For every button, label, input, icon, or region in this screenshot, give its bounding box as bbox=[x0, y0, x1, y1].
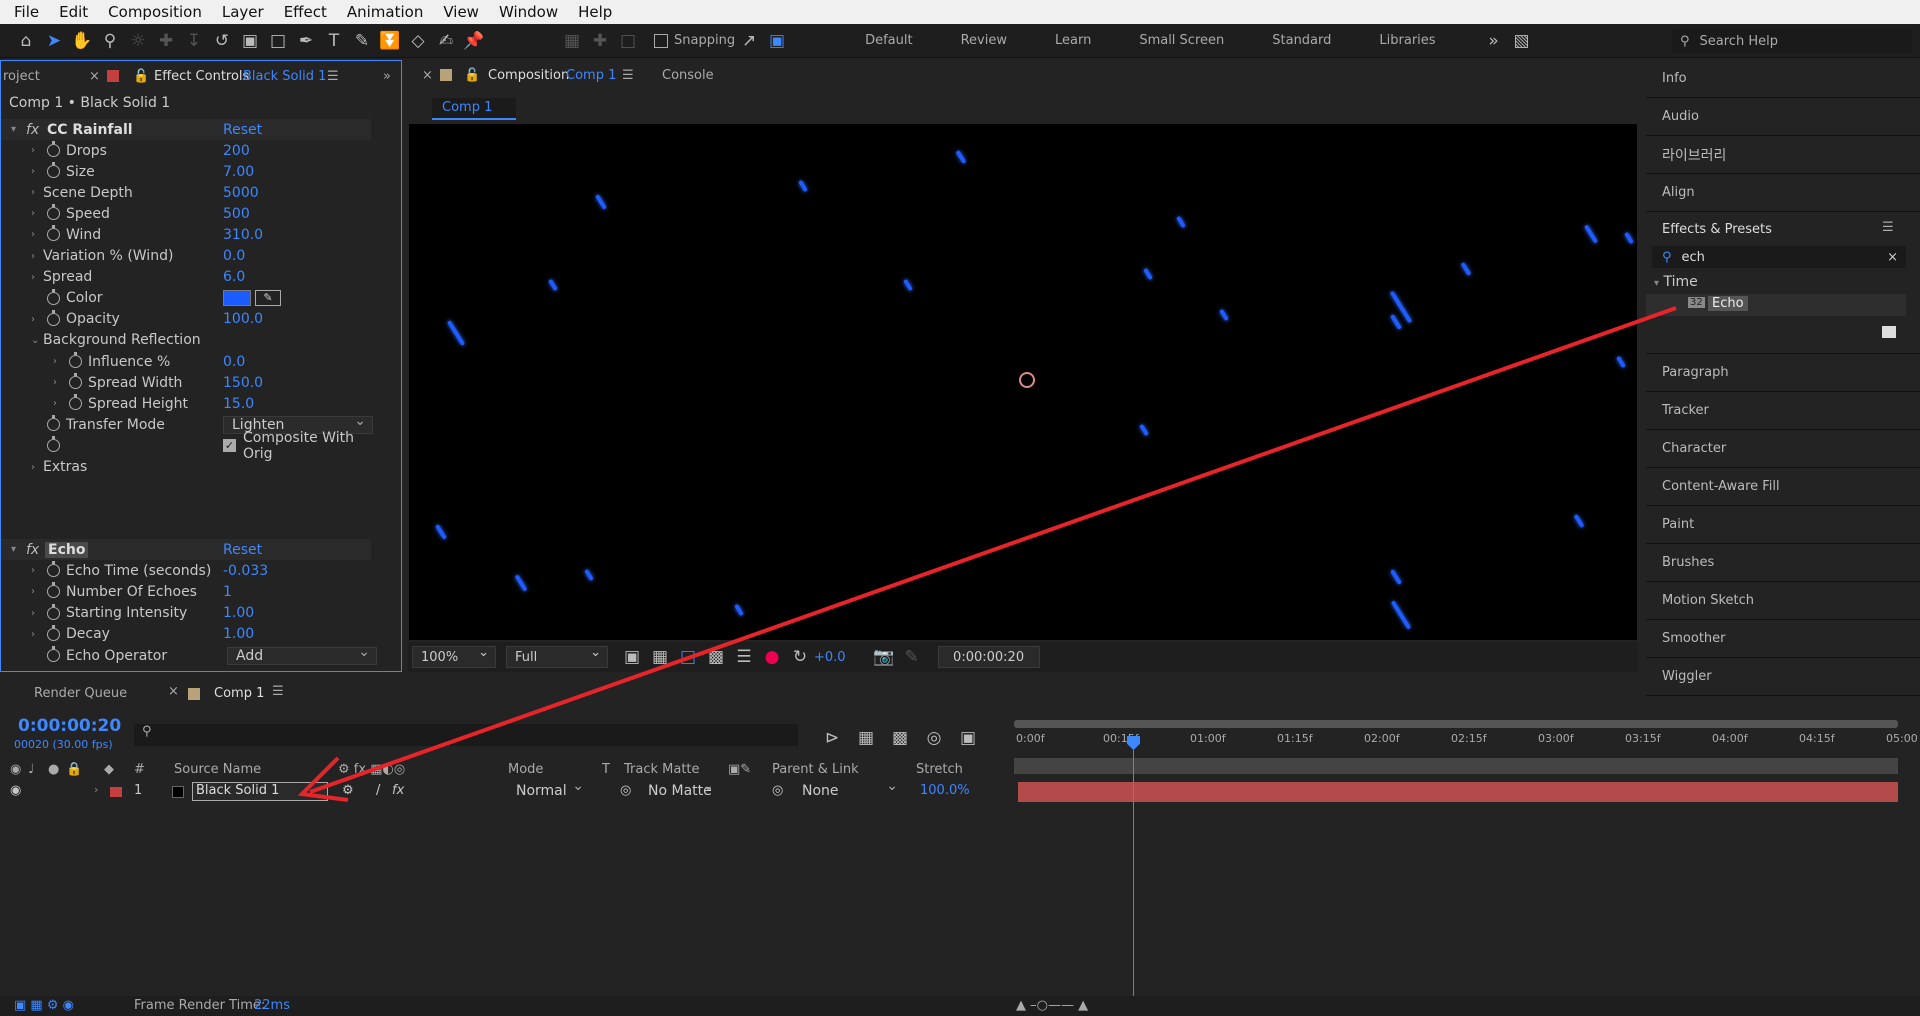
annotation-arrow bbox=[297, 306, 1677, 802]
status-bar: ▣ ▦ ⚙ ◉ Frame Render Time: 22ms ▲ –○—— ▲ bbox=[0, 996, 1920, 1016]
zoom-slider[interactable]: ▲ –○—— ▲ bbox=[1016, 998, 1088, 1013]
frame-render-label: Frame Render Time: bbox=[134, 998, 266, 1013]
status-icons[interactable]: ▣ ▦ ⚙ ◉ bbox=[14, 998, 74, 1013]
frame-render-value: 22ms bbox=[254, 998, 290, 1013]
annotation-arrow-line bbox=[309, 306, 1677, 794]
